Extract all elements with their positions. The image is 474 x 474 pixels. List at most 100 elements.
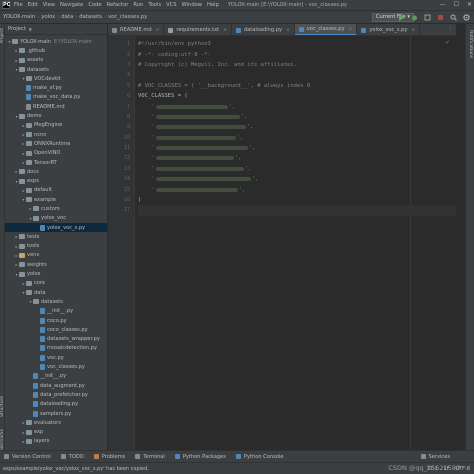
menu-view[interactable]: View [43,2,55,8]
tree-folder[interactable]: ▸ .github [5,46,107,55]
tree-folder[interactable]: ▸ MegEngine [5,121,107,130]
tree-folder[interactable]: ▸ ncnn [5,130,107,139]
code-line[interactable]: 4 [127,70,456,80]
tree-folder[interactable]: ▸ assets [5,56,107,65]
tree-file[interactable]: __init__.py [5,372,107,381]
bottom-tool-button[interactable]: TODO [60,454,84,460]
tree-file[interactable]: README.md [5,102,107,111]
close-tab-icon[interactable]: × [156,28,160,33]
maximize-button[interactable]: ☐ [454,1,459,8]
debug-icon[interactable] [410,13,418,21]
code-line[interactable]: 6 VOC_CLASSES = ( [127,91,456,101]
bottom-tool-button[interactable]: Python Packages [174,454,226,460]
tree-folder[interactable]: ▸ OpenVINO [5,149,107,158]
tree-file[interactable]: coco_classes.py [5,325,107,334]
notifications-tool-tab[interactable]: Notifications [468,30,473,58]
tree-folder[interactable]: ▾ VOCdevkit [5,74,107,83]
menu-code[interactable]: Code [88,2,101,8]
breadcrumb-datasets[interactable]: datasets [79,14,102,20]
tree-file[interactable]: make_xf.py [5,83,107,92]
tree-file[interactable]: samplers.py [5,409,107,418]
code-line[interactable]: 10 ' ', [124,133,456,143]
tree-folder[interactable]: ▾ yolox_voc [5,214,107,223]
code-line[interactable]: 16) [124,195,456,205]
file-encoding[interactable]: UTF-8 [455,466,470,472]
tree-folder[interactable]: ▸ custom [5,204,107,213]
code-editor[interactable]: ✓ 1 #!/usr/bin/env python3 2 # -*- coding:u… [108,36,456,450]
code-line[interactable]: 8 ' ', [127,112,456,122]
code-line[interactable]: 5 # VOC_CLASSES = ( '__background__', # a… [127,81,456,91]
code-line[interactable]: 12 ' ', [124,153,456,163]
tree-file[interactable]: data_prefetcher.py [5,390,107,399]
menu-help[interactable]: Help [207,2,219,8]
chevron-down-icon[interactable]: ▼ [29,27,32,32]
tree-folder[interactable]: ▸ exp [5,427,107,436]
bottom-tool-button[interactable]: Services [420,454,450,460]
run-icon[interactable] [397,13,405,21]
tree-file[interactable]: voc.py [5,353,107,362]
breadcrumb-file[interactable]: voc_classes.py [108,14,147,20]
bottom-tool-button[interactable]: Version Control [4,454,51,460]
code-line[interactable]: 9 ' ', [127,122,456,132]
code-line[interactable]: 2 # -*- coding:utf-8 -*- [127,49,456,59]
tree-folder[interactable]: ▾ demo [5,111,107,120]
editor-tab[interactable]: README.md × [108,24,165,35]
project-panel-title[interactable]: Project [8,26,26,32]
code-line[interactable]: 13 ' ', [124,164,456,174]
close-tab-icon[interactable]: × [349,27,353,32]
menu-navigate[interactable]: Navigate [60,2,83,8]
tree-file[interactable]: yolox_voc_s.py [5,222,107,233]
search-icon[interactable] [449,13,457,21]
breadcrumb-yolox[interactable]: yolox [41,14,55,20]
tree-file[interactable]: mosaicdetection.py [5,344,107,353]
tree-folder[interactable]: ▸ tools [5,242,107,251]
close-tab-icon[interactable]: × [411,28,415,33]
tree-folder[interactable]: ▸ layers [5,437,107,446]
tree-folder[interactable]: ▾ YOLOX-main E:\YOLOX-main [5,37,107,46]
line-separator[interactable]: LF [444,466,450,472]
menu-vcs[interactable]: VCS [166,2,176,8]
code-line[interactable]: 17 [124,205,456,216]
breadcrumb-project[interactable]: YOLOX-main [3,14,35,20]
tree-folder[interactable]: ▾ exps [5,176,107,185]
code-line[interactable]: 1 #!/usr/bin/env python3 [127,39,456,49]
tree-folder[interactable]: ▸ venv [5,251,107,260]
menu-window[interactable]: Window [182,2,202,8]
menu-file[interactable]: File [14,2,23,8]
tree-folder[interactable]: ▾ datasets [5,297,107,306]
tree-folder[interactable]: ▾ yolox [5,269,107,278]
breadcrumb-data[interactable]: data [61,14,73,20]
tree-file[interactable]: voc_classes.py [5,362,107,371]
minimize-button[interactable]: — [440,1,446,8]
tree-folder[interactable]: ▸ default [5,186,107,195]
code-content[interactable]: 1 #!/usr/bin/env python3 2 # -*- coding:utf… [124,39,456,216]
cursor-position[interactable]: 17:1 [427,466,438,472]
code-line[interactable]: 14 ' ', [124,174,456,184]
tree-folder[interactable]: ▸ tests [5,232,107,241]
close-tab-icon[interactable]: × [286,28,290,33]
bottom-tool-button[interactable]: Problems [93,454,125,460]
menu-edit[interactable]: Edit [28,2,38,8]
menu-refactor[interactable]: Refactor [107,2,129,8]
editor-tab[interactable]: requirements.txt × [164,24,232,35]
tree-file[interactable]: dataloading.py [5,400,107,409]
code-line[interactable]: 11 ' ', [124,143,456,153]
tree-folder[interactable]: ▸ ONNXRuntime [5,139,107,148]
tree-file[interactable]: coco.py [5,316,107,325]
tree-file[interactable]: __init__.py [5,307,107,316]
tree-file[interactable]: make_voc_data.py [5,93,107,102]
editor-tab[interactable]: dataloading.py × [232,24,295,35]
tree-folder[interactable]: ▸ TensorRT [5,158,107,167]
tree-folder[interactable]: ▾ data [5,288,107,297]
tree-folder[interactable]: ▸ docs [5,167,107,176]
tree-folder[interactable]: ▾ example [5,195,107,204]
menu-run[interactable]: Run [133,2,143,8]
code-line[interactable]: 15 ' ', [124,184,456,194]
tree-folder[interactable]: ▸ evaluators [5,418,107,427]
close-tab-icon[interactable]: × [223,28,227,33]
code-line[interactable]: 3 # Copyright (c) Megvii, Inc. and its af… [127,60,456,70]
editor-tab[interactable]: yolox_voc_s.py × [357,24,421,35]
code-line[interactable]: 7 ' ', [127,101,456,111]
tree-folder[interactable]: ▾ datasets [5,65,107,74]
tree-folder[interactable]: ▸ core [5,279,107,288]
